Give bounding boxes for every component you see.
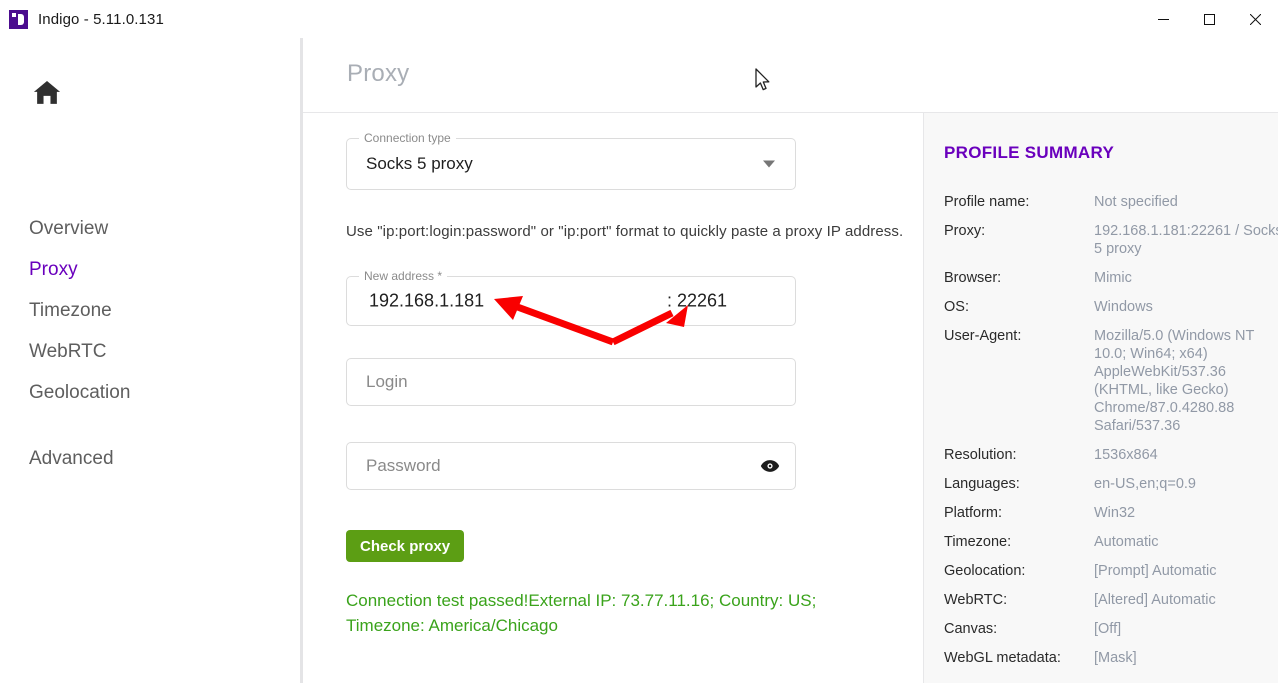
summary-label: WebGL metadata: (944, 650, 1061, 666)
summary-value: [Altered] Automatic (1094, 592, 1216, 608)
summary-row: WebGL metadata: [Mask] (944, 649, 1278, 667)
maximize-icon (1203, 13, 1215, 25)
summary-value: Mimic (1094, 270, 1132, 286)
summary-value: [Mask] (1094, 650, 1137, 666)
connection-type-select[interactable]: Connection type Socks 5 proxy (346, 131, 796, 190)
window-title: Indigo - 5.11.0.131 (38, 10, 164, 28)
sidebar: Overview Proxy Timezone WebRTC Geolocati… (0, 38, 300, 683)
connection-type-value: Socks 5 proxy (366, 154, 473, 173)
home-button[interactable] (28, 74, 66, 112)
summary-value: en-US,en;q=0.9 (1094, 476, 1196, 492)
summary-row: Profile name: Not specified (944, 193, 1278, 211)
summary-label: Resolution: (944, 447, 1017, 463)
summary-label: Profile name: (944, 194, 1030, 210)
summary-row: Geolocation: [Prompt] Automatic (944, 562, 1278, 580)
summary-row: OS: Windows (944, 298, 1278, 316)
close-button[interactable] (1232, 0, 1278, 38)
summary-title: PROFILE SUMMARY (944, 143, 1115, 162)
sidebar-item-geolocation[interactable]: Geolocation (29, 372, 279, 413)
logo-rect (18, 13, 24, 25)
sidebar-nav: Overview Proxy Timezone WebRTC Geolocati… (29, 208, 279, 479)
minimize-button[interactable] (1140, 0, 1186, 38)
password-input[interactable]: Password (346, 442, 796, 490)
summary-row: User-Agent: Mozilla/5.0 (Windows NT 10.0… (944, 327, 1278, 435)
new-address-input[interactable]: New address * 192.168.1.181 : 22261 (346, 269, 796, 326)
summary-label: Browser: (944, 270, 1002, 286)
paste-format-hint: Use "ip:port:login:password" or "ip:port… (346, 223, 904, 240)
summary-value: Windows (1094, 299, 1153, 315)
summary-label: Geolocation: (944, 563, 1026, 579)
proxy-port-value: : 22261 (667, 290, 728, 311)
summary-row: Platform: Win32 (944, 504, 1278, 522)
sidebar-item-webrtc[interactable]: WebRTC (29, 331, 279, 372)
maximize-button[interactable] (1186, 0, 1232, 38)
summary-label: WebRTC: (944, 592, 1008, 608)
profile-summary-panel: PROFILE SUMMARY Profile name: Not specif… (923, 113, 1278, 683)
new-address-label: New address * (359, 269, 448, 283)
summary-value: [Off] (1094, 621, 1122, 637)
summary-label: Canvas: (944, 621, 998, 637)
summary-value: Win32 (1094, 505, 1136, 521)
summary-value: Not specified (1094, 194, 1178, 210)
app-window: Indigo - 5.11.0.131 Overview Proxy Timez… (0, 0, 1278, 683)
window-controls (1140, 0, 1278, 38)
summary-label: OS: (944, 299, 969, 315)
proxy-form-pane: Connection type Socks 5 proxy Use "ip:po… (303, 113, 923, 683)
summary-label: Platform: (944, 505, 1003, 521)
page-title: Proxy (347, 60, 410, 87)
eye-icon[interactable] (757, 453, 783, 479)
summary-row: Browser: Mimic (944, 269, 1278, 287)
summary-row: Resolution: 1536x864 (944, 446, 1278, 464)
connection-type-label: Connection type (359, 131, 456, 145)
summary-value: Automatic (1094, 534, 1159, 550)
eye-glyph (760, 460, 780, 472)
sidebar-item-proxy[interactable]: Proxy (29, 249, 279, 290)
home-icon (33, 81, 61, 104)
minimize-icon (1157, 18, 1169, 20)
sidebar-item-timezone[interactable]: Timezone (29, 290, 279, 331)
sidebar-item-overview[interactable]: Overview (29, 208, 279, 249)
summary-value: [Prompt] Automatic (1094, 563, 1217, 579)
connection-test-result: Connection test passed!External IP: 73.7… (346, 591, 817, 635)
indigo-logo-icon (9, 9, 28, 29)
summary-row: WebRTC: [Altered] Automatic (944, 591, 1278, 609)
summary-row: Proxy: 192.168.1.181:22261 / Socks 5 pro… (944, 222, 1278, 258)
summary-label: User-Agent: (944, 328, 1022, 344)
check-proxy-button[interactable]: Check proxy (346, 530, 465, 562)
logo-square (12, 12, 16, 17)
summary-value: 192.168.1.181:22261 / Socks 5 proxy (1094, 223, 1278, 257)
summary-value: Mozilla/5.0 (Windows NT 10.0; Win64; x64… (1094, 328, 1255, 434)
sidebar-item-advanced[interactable]: Advanced (29, 438, 279, 479)
title-bar-left: Indigo - 5.11.0.131 (0, 9, 164, 29)
summary-label: Timezone: (944, 534, 1012, 550)
title-bar: Indigo - 5.11.0.131 (0, 0, 1278, 38)
login-placeholder: Login (366, 372, 408, 391)
summary-row: Timezone: Automatic (944, 533, 1278, 551)
summary-row: Canvas: [Off] (944, 620, 1278, 638)
login-input[interactable]: Login (346, 358, 796, 406)
summary-rows: Profile name: Not specified Proxy: 192.1… (944, 193, 1278, 678)
summary-value: 1536x864 (1094, 447, 1158, 463)
password-placeholder: Password (366, 456, 441, 475)
close-icon (1249, 13, 1261, 25)
content-header: Proxy (303, 38, 1278, 113)
summary-label: Languages: (944, 476, 1020, 492)
summary-label: Proxy: (944, 223, 986, 239)
chevron-down-icon (763, 160, 775, 168)
proxy-ip-value: 192.168.1.181 (369, 290, 485, 311)
summary-row: Languages: en-US,en;q=0.9 (944, 475, 1278, 493)
